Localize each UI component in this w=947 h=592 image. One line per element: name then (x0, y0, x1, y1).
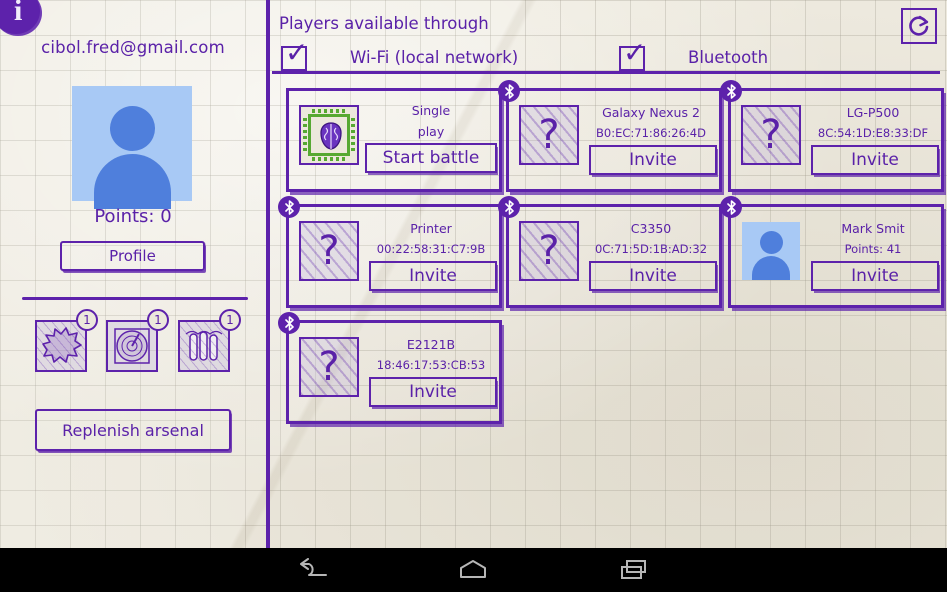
card-device[interactable]: ? C3350 0C:71:5D:1B:AD:32 Invite (506, 204, 722, 308)
card-device[interactable]: ? Galaxy Nexus 2 B0:EC:71:86:26:4D Invit… (506, 88, 722, 192)
card-single-play[interactable]: Single play Start battle (286, 88, 502, 192)
header-divider (272, 71, 940, 74)
card-subtitle: 00:22:58:31:C7:9B (361, 242, 501, 256)
profile-sidebar: cibol.fred@gmail.com Points: 0 Profile 1… (0, 0, 266, 548)
sidebar-divider (22, 297, 248, 300)
check-icon: ✓ (285, 39, 315, 67)
card-title: Mark Smit (807, 221, 939, 236)
brain-icon (317, 121, 345, 151)
points-label: Points: 0 (0, 206, 266, 227)
card-device[interactable]: ? LG-P500 8C:54:1D:E8:33:DF Invite (728, 88, 944, 192)
thumb-unknown-device: ? (299, 221, 359, 281)
refresh-button[interactable] (901, 8, 937, 44)
card-title: LG-P500 (807, 105, 939, 120)
avatar-body (94, 154, 171, 209)
item-count-explosion: 1 (76, 309, 98, 331)
bluetooth-checkbox[interactable]: ✓ (619, 46, 645, 71)
card-subtitle: 8C:54:1D:E8:33:DF (803, 126, 943, 140)
thumb-unknown-device: ? (519, 221, 579, 281)
item-count-radar: 1 (147, 309, 169, 331)
android-navigation-bar (0, 548, 947, 592)
account-email: cibol.fred@gmail.com (0, 38, 266, 57)
slot-hatch (180, 322, 228, 370)
invite-button[interactable]: Invite (369, 261, 497, 291)
invite-button[interactable]: Invite (811, 261, 939, 291)
bluetooth-icon (498, 80, 520, 102)
home-icon (456, 558, 490, 582)
card-device[interactable]: ? Printer 00:22:58:31:C7:9B Invite (286, 204, 502, 308)
invite-button[interactable]: Invite (811, 145, 939, 175)
question-mark-icon: ? (301, 223, 357, 279)
question-mark-icon: ? (521, 223, 577, 279)
bluetooth-icon (720, 196, 742, 218)
question-mark-icon: ? (301, 339, 357, 395)
card-subtitle: B0:EC:71:86:26:4D (581, 126, 721, 140)
invite-button[interactable]: Invite (369, 377, 497, 407)
bluetooth-icon (498, 196, 520, 218)
thumb-unknown-device: ? (299, 337, 359, 397)
start-battle-button[interactable]: Start battle (365, 143, 497, 173)
card-title: Single (365, 103, 497, 118)
page-title: Players available through (279, 14, 489, 33)
card-subtitle: Points: 41 (803, 242, 943, 256)
thumb-unknown-device: ? (519, 105, 579, 165)
card-subtitle: 18:46:17:53:CB:53 (361, 358, 501, 372)
recents-button[interactable] (590, 548, 680, 592)
back-button[interactable] (268, 548, 358, 592)
thumb-cpu-brain (299, 105, 359, 165)
refresh-icon (906, 13, 932, 39)
profile-button[interactable]: Profile (60, 241, 205, 271)
replenish-arsenal-button[interactable]: Replenish arsenal (35, 409, 231, 451)
card-subtitle: play (361, 124, 501, 139)
check-icon: ✓ (623, 39, 653, 67)
slot-hatch (37, 322, 85, 370)
bluetooth-label: Bluetooth (688, 48, 768, 67)
card-player[interactable]: Mark Smit Points: 41 Invite (728, 204, 944, 308)
item-count-torpedoes: 1 (219, 309, 241, 331)
card-device[interactable]: ? E2121B 18:46:17:53:CB:53 Invite (286, 320, 502, 424)
home-button[interactable] (428, 548, 518, 592)
cpu-chip-icon (301, 107, 357, 163)
back-icon (296, 558, 330, 582)
avatar-head (110, 106, 155, 151)
radar-icon (108, 322, 156, 370)
card-subtitle: 0C:71:5D:1B:AD:32 (581, 242, 721, 256)
card-title: C3350 (585, 221, 717, 236)
card-title: Printer (365, 221, 497, 236)
info-glyph: i (14, 0, 22, 26)
thumb-unknown-device: ? (741, 105, 801, 165)
recents-icon (618, 558, 652, 582)
bluetooth-icon (278, 312, 300, 334)
thumb-player-avatar (742, 222, 800, 280)
card-title: E2121B (365, 337, 497, 352)
bluetooth-icon (278, 196, 300, 218)
wifi-checkbox[interactable]: ✓ (281, 46, 307, 71)
invite-button[interactable]: Invite (589, 145, 717, 175)
question-mark-icon: ? (521, 107, 577, 163)
avatar[interactable] (72, 86, 192, 201)
panel-divider (266, 0, 270, 548)
question-mark-icon: ? (743, 107, 799, 163)
bluetooth-icon (720, 80, 742, 102)
wifi-label: Wi-Fi (local network) (350, 48, 518, 67)
card-title: Galaxy Nexus 2 (585, 105, 717, 120)
invite-button[interactable]: Invite (589, 261, 717, 291)
